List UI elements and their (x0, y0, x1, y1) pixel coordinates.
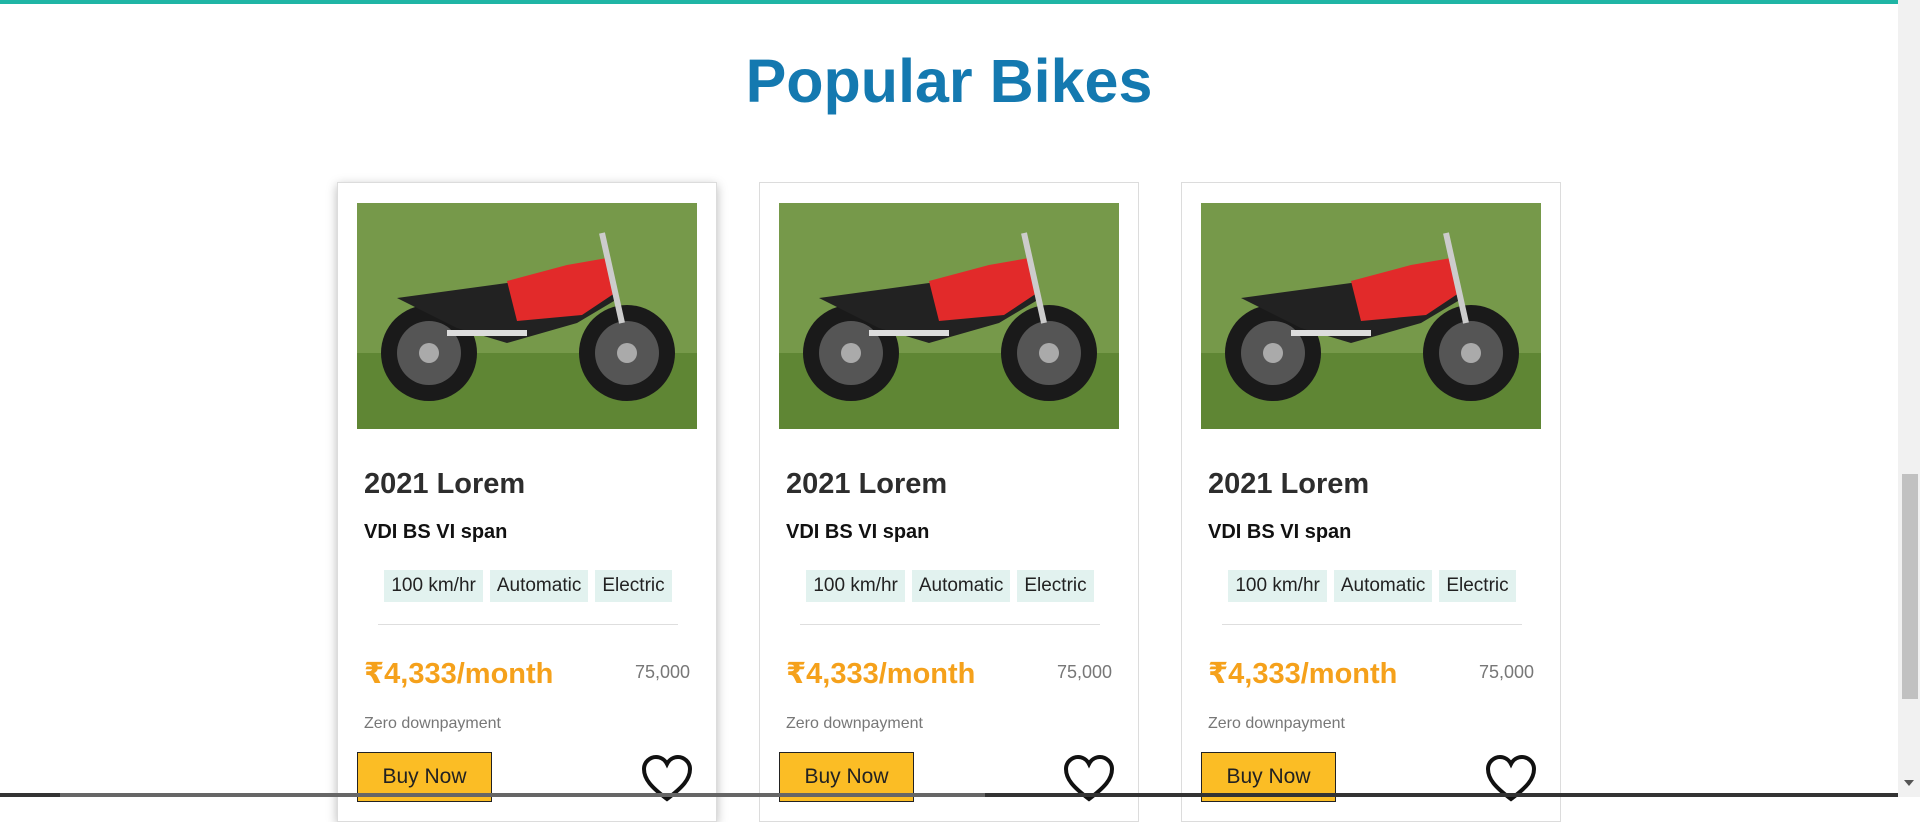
tag-top-speed: 100 km/hr (806, 570, 905, 602)
emi-price: ₹4,333/month (1208, 658, 1398, 690)
bike-variant: VDI BS VI span (1208, 521, 1352, 543)
bike-price: 75,000 (1478, 662, 1534, 682)
tag-top-speed: 100 km/hr (1228, 570, 1327, 602)
tag-fuel-type: Electric (1017, 570, 1094, 602)
card-divider (1222, 624, 1522, 625)
bike-tags: 100 km/hr Automatic Electric (364, 570, 692, 602)
downpayment-note: Zero downpayment (364, 715, 501, 732)
bike-title: 2021 Lorem (786, 468, 948, 500)
tag-transmission: Automatic (911, 570, 1011, 602)
bike-title: 2021 Lorem (1208, 468, 1370, 500)
downpayment-note: Zero downpayment (1208, 715, 1345, 732)
card-divider (800, 624, 1100, 625)
card-divider (378, 624, 678, 625)
bike-card[interactable]: 2021 Lorem VDI BS VI span 100 km/hr Auto… (337, 182, 717, 822)
tag-fuel-type: Electric (595, 570, 672, 602)
bike-image[interactable] (357, 203, 697, 429)
bike-price: 75,000 (1056, 662, 1112, 682)
bike-tags: 100 km/hr Automatic Electric (1208, 570, 1536, 602)
horizontal-scroll-track[interactable] (0, 793, 1898, 797)
bike-title: 2021 Lorem (364, 468, 526, 500)
bike-tags: 100 km/hr Automatic Electric (786, 570, 1114, 602)
tag-transmission: Automatic (489, 570, 589, 602)
bike-image[interactable] (1201, 203, 1541, 429)
scroll-down-arrow-icon[interactable] (1904, 780, 1914, 786)
emi-price: ₹4,333/month (786, 658, 976, 690)
downpayment-note: Zero downpayment (786, 715, 923, 732)
tag-top-speed: 100 km/hr (384, 570, 483, 602)
bike-variant: VDI BS VI span (364, 521, 508, 543)
bike-image[interactable] (779, 203, 1119, 429)
vertical-scrollbar[interactable] (1898, 0, 1920, 797)
bike-card[interactable]: 2021 Lorem VDI BS VI span 100 km/hr Auto… (1181, 182, 1561, 822)
bike-card[interactable]: 2021 Lorem VDI BS VI span 100 km/hr Auto… (759, 182, 1139, 822)
emi-price: ₹4,333/month (364, 658, 554, 690)
tag-fuel-type: Electric (1439, 570, 1516, 602)
top-accent-bar (0, 0, 1898, 4)
scrollbar-thumb[interactable] (1902, 474, 1918, 699)
bike-price: 75,000 (634, 662, 690, 682)
section-title: Popular Bikes (745, 47, 1153, 115)
bike-variant: VDI BS VI span (786, 521, 930, 543)
tag-transmission: Automatic (1333, 570, 1433, 602)
